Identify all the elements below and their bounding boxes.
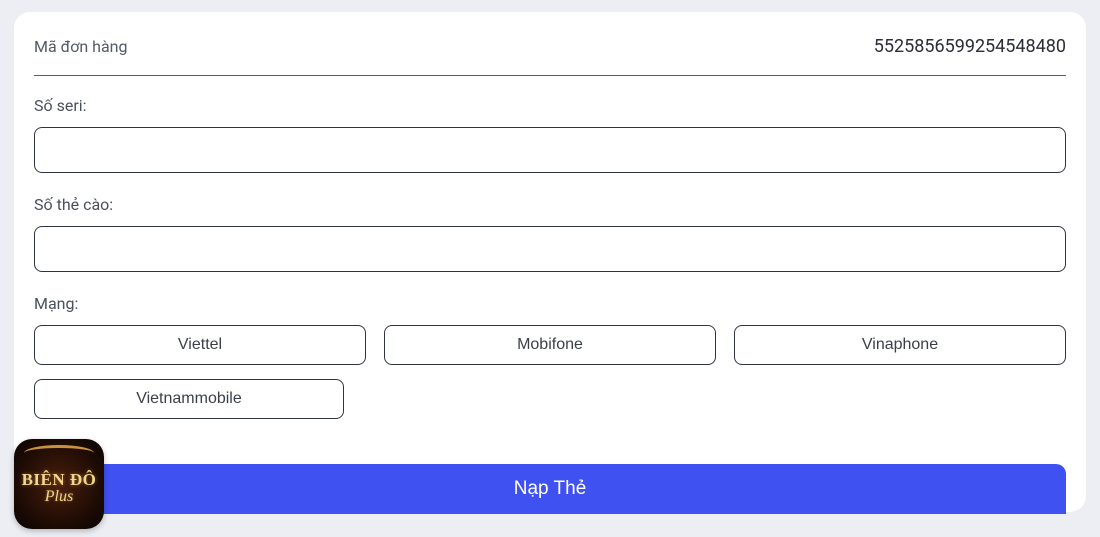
network-field-group: Mạng: Viettel Mobifone Vinaphone Vietnam… xyxy=(34,294,1066,419)
network-label: Mạng: xyxy=(34,294,1066,313)
card-input[interactable] xyxy=(34,226,1066,272)
network-row-1: Viettel Mobifone Vinaphone xyxy=(34,325,1066,365)
payment-card: Mã đơn hàng 5525856599254548480 Số seri:… xyxy=(14,12,1086,512)
card-field-group: Số thẻ cào: xyxy=(34,195,1066,272)
network-viettel-button[interactable]: Viettel xyxy=(34,325,366,365)
order-label: Mã đơn hàng xyxy=(34,37,128,56)
brand-logo: BIÊN ĐÔ Plus xyxy=(14,439,104,529)
network-vinaphone-button[interactable]: Vinaphone xyxy=(734,325,1066,365)
order-row: Mã đơn hàng 5525856599254548480 xyxy=(34,36,1066,76)
logo-line1: BIÊN ĐÔ xyxy=(22,470,97,490)
submit-button[interactable]: Nạp Thẻ xyxy=(34,464,1066,514)
card-label: Số thẻ cào: xyxy=(34,195,1066,214)
logo-arc-icon xyxy=(24,445,94,461)
seri-field-group: Số seri: xyxy=(34,96,1066,173)
logo-line2: Plus xyxy=(45,488,73,506)
network-mobifone-button[interactable]: Mobifone xyxy=(384,325,716,365)
network-row-2: Vietnammobile xyxy=(34,379,1066,419)
order-value: 5525856599254548480 xyxy=(874,36,1066,57)
seri-input[interactable] xyxy=(34,127,1066,173)
seri-label: Số seri: xyxy=(34,96,1066,115)
network-vietnammobile-button[interactable]: Vietnammobile xyxy=(34,379,344,419)
